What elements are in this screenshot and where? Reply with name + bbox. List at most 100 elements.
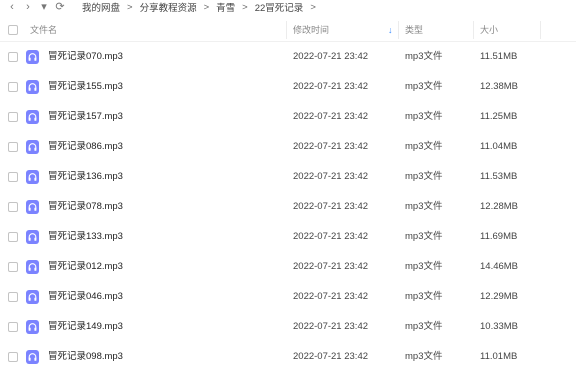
column-header-type[interactable]: 类型 [405,19,423,41]
file-modified-date: 2022-07-21 23:42 [293,201,369,212]
sort-desc-icon[interactable]: ↓ [388,19,393,41]
file-modified-date: 2022-07-21 23:42 [293,141,369,152]
headphones-icon [26,140,39,154]
row-checkbox[interactable] [8,352,18,362]
column-header-name[interactable]: 文件名 [30,19,57,41]
row-checkbox[interactable] [8,112,18,122]
headphones-icon [26,260,39,274]
file-size: 11.04MB [480,141,518,152]
file-type: mp3文件 [405,231,443,242]
file-name[interactable]: 冒死记录086.mp3 [48,132,123,162]
breadcrumb-separator: > [310,1,316,13]
file-type: mp3文件 [405,51,443,62]
table-row[interactable]: 冒死记录012.mp3 2022-07-21 23:42 mp3文件 14.46MB [0,252,576,282]
breadcrumb-separator: > [127,1,133,13]
headphones-icon [26,230,39,244]
breadcrumb-separator: > [203,1,210,13]
row-checkbox[interactable] [8,82,18,92]
column-header-date[interactable]: 修改时间 [293,19,329,41]
headphones-icon [26,290,39,304]
file-name[interactable]: 冒死记录155.mp3 [48,72,123,102]
file-type: mp3文件 [405,111,443,122]
file-name[interactable]: 冒死记录078.mp3 [48,192,123,222]
headphones-icon [26,170,39,184]
file-size: 12.28MB [480,201,519,212]
file-modified-date: 2022-07-21 23:42 [293,321,369,332]
file-size: 11.25MB [480,111,518,122]
file-name[interactable]: 冒死记录098.mp3 [48,342,123,372]
file-size: 11.01MB [480,351,518,362]
file-name[interactable]: 冒死记录046.mp3 [48,282,123,312]
file-type: mp3文件 [405,351,443,362]
column-divider[interactable] [540,21,541,39]
file-name[interactable]: 冒死记录149.mp3 [48,312,123,342]
history-dropdown-icon[interactable]: ▾ [36,0,52,14]
file-modified-date: 2022-07-21 23:42 [293,51,369,62]
table-row[interactable]: 冒死记录098.mp3 2022-07-21 23:42 mp3文件 11.01MB [0,342,576,372]
breadcrumb-separator: > [242,1,248,13]
file-name[interactable]: 冒死记录157.mp3 [48,102,123,132]
file-size: 11.53MB [480,171,518,182]
row-checkbox[interactable] [8,322,18,332]
file-size: 14.46MB [480,261,519,272]
table-row[interactable]: 冒死记录133.mp3 2022-07-21 23:42 mp3文件 11.69MB [0,222,576,252]
row-checkbox[interactable] [8,52,18,62]
row-checkbox[interactable] [8,142,18,152]
row-checkbox[interactable] [8,262,18,272]
file-modified-date: 2022-07-21 23:42 [293,291,369,302]
table-header: 文件名 修改时间 ↓ 类型 大小 [0,19,576,42]
back-button[interactable]: ‹ [4,0,20,14]
breadcrumb-item[interactable]: 分享教程资源 [140,0,197,14]
file-size: 10.33MB [480,321,519,332]
refresh-icon[interactable]: ⟳ [52,0,68,14]
table-row[interactable]: 冒死记录136.mp3 2022-07-21 23:42 mp3文件 11.53MB [0,162,576,192]
row-checkbox[interactable] [8,202,18,212]
headphones-icon [26,80,39,94]
file-type: mp3文件 [405,171,443,182]
table-row[interactable]: 冒死记录078.mp3 2022-07-21 23:42 mp3文件 12.28MB [0,192,576,222]
file-size: 12.38MB [480,81,519,92]
headphones-icon [26,50,39,64]
file-modified-date: 2022-07-21 23:42 [293,261,369,272]
column-divider[interactable] [473,21,474,39]
file-type: mp3文件 [405,141,443,152]
file-type: mp3文件 [405,261,443,272]
toolbar: ‹ › ▾ ⟳ 我的网盘 > 分享教程资源 > 青雪 > 22冒死记录 > [0,0,576,14]
headphones-icon [26,110,39,124]
file-type: mp3文件 [405,201,443,212]
breadcrumb-item-current[interactable]: 22冒死记录 [255,0,304,14]
table-row[interactable]: 冒死记录086.mp3 2022-07-21 23:42 mp3文件 11.04MB [0,132,576,162]
file-name[interactable]: 冒死记录133.mp3 [48,222,123,252]
file-size: 11.69MB [480,231,518,242]
headphones-icon [26,200,39,214]
file-type: mp3文件 [405,291,443,302]
table-row[interactable]: 冒死记录070.mp3 2022-07-21 23:42 mp3文件 11.51MB [0,42,576,72]
file-name[interactable]: 冒死记录012.mp3 [48,252,123,282]
table-row[interactable]: 冒死记录149.mp3 2022-07-21 23:42 mp3文件 10.33MB [0,312,576,342]
select-all-checkbox[interactable] [8,25,18,35]
file-name[interactable]: 冒死记录136.mp3 [48,162,123,192]
column-divider[interactable] [398,21,399,39]
file-modified-date: 2022-07-21 23:42 [293,231,369,242]
file-size: 12.29MB [480,291,519,302]
file-modified-date: 2022-07-21 23:42 [293,351,369,362]
file-type: mp3文件 [405,321,443,332]
table-row[interactable]: 冒死记录155.mp3 2022-07-21 23:42 mp3文件 12.38MB [0,72,576,102]
row-checkbox[interactable] [8,292,18,302]
headphones-icon [26,350,39,364]
file-size: 11.51MB [480,51,518,62]
column-header-size[interactable]: 大小 [480,19,498,41]
column-divider[interactable] [286,21,287,39]
table-row[interactable]: 冒死记录046.mp3 2022-07-21 23:42 mp3文件 12.29MB [0,282,576,312]
forward-button[interactable]: › [20,0,36,14]
file-modified-date: 2022-07-21 23:42 [293,81,369,92]
file-modified-date: 2022-07-21 23:42 [293,111,369,122]
row-checkbox[interactable] [8,172,18,182]
breadcrumb-item[interactable]: 青雪 [216,0,235,14]
breadcrumb-item[interactable]: 我的网盘 [82,0,120,14]
file-type: mp3文件 [405,81,443,92]
row-checkbox[interactable] [8,232,18,242]
table-row[interactable]: 冒死记录157.mp3 2022-07-21 23:42 mp3文件 11.25MB [0,102,576,132]
file-name[interactable]: 冒死记录070.mp3 [48,42,123,72]
headphones-icon [26,320,39,334]
